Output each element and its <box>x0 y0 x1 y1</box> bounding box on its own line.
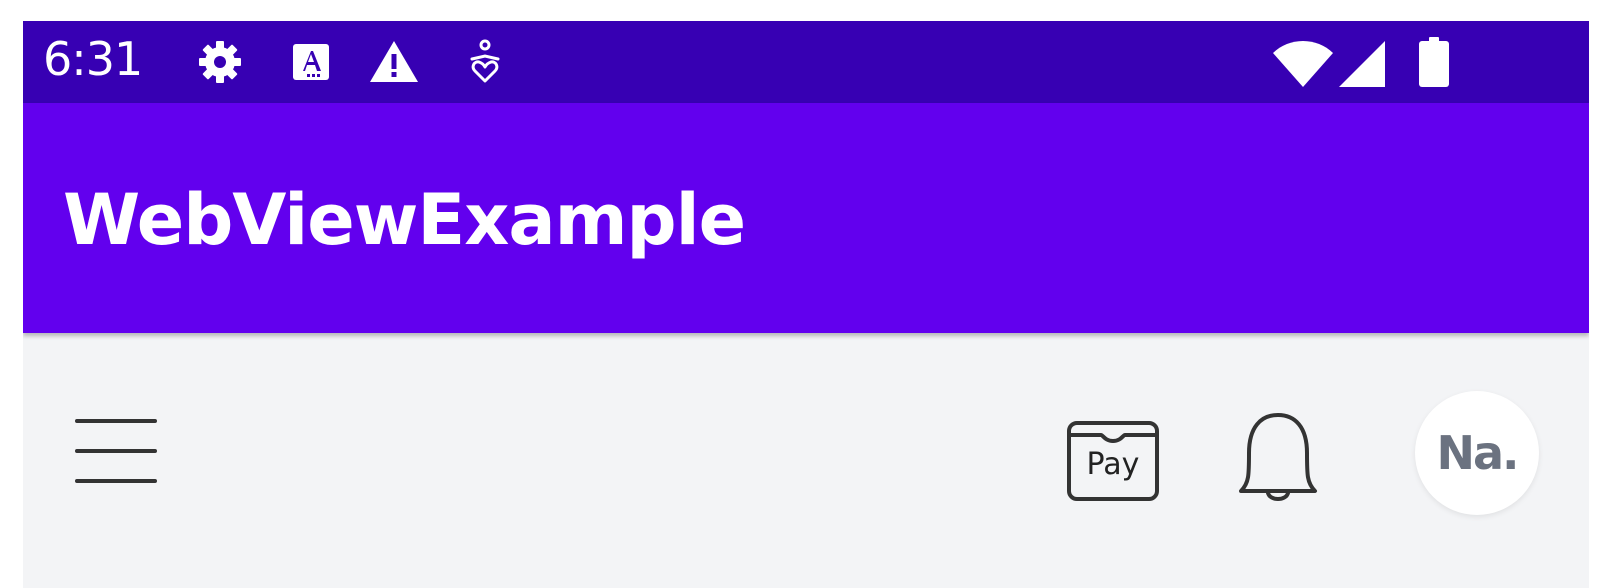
app-title: WebViewExample <box>63 179 746 261</box>
status-time: 6:31 <box>43 32 143 86</box>
device-screen: 6:31 WebViewExample Pay Na. <box>23 21 1589 588</box>
status-bar: 6:31 <box>23 21 1589 103</box>
webview-content: Pay Na. <box>23 333 1589 588</box>
battery-icon <box>1407 35 1461 89</box>
notifications-button[interactable] <box>1233 409 1323 509</box>
pay-label: Pay <box>1086 447 1140 482</box>
notification-bell-icon <box>1239 413 1317 501</box>
warning-icon <box>367 35 421 89</box>
wifi-icon <box>1271 35 1335 89</box>
app-bar: WebViewExample <box>23 103 1589 333</box>
avatar-initials: Na. <box>1436 426 1519 480</box>
user-avatar[interactable]: Na. <box>1415 391 1539 515</box>
accessibility-heart-icon <box>458 35 512 89</box>
cellular-signal-icon <box>1335 35 1389 89</box>
settings-gear-icon <box>193 35 247 89</box>
hamburger-menu-icon <box>75 419 157 483</box>
pay-button[interactable]: Pay <box>1063 413 1163 503</box>
menu-button[interactable] <box>71 411 161 491</box>
accessibility-a-icon <box>285 35 339 89</box>
